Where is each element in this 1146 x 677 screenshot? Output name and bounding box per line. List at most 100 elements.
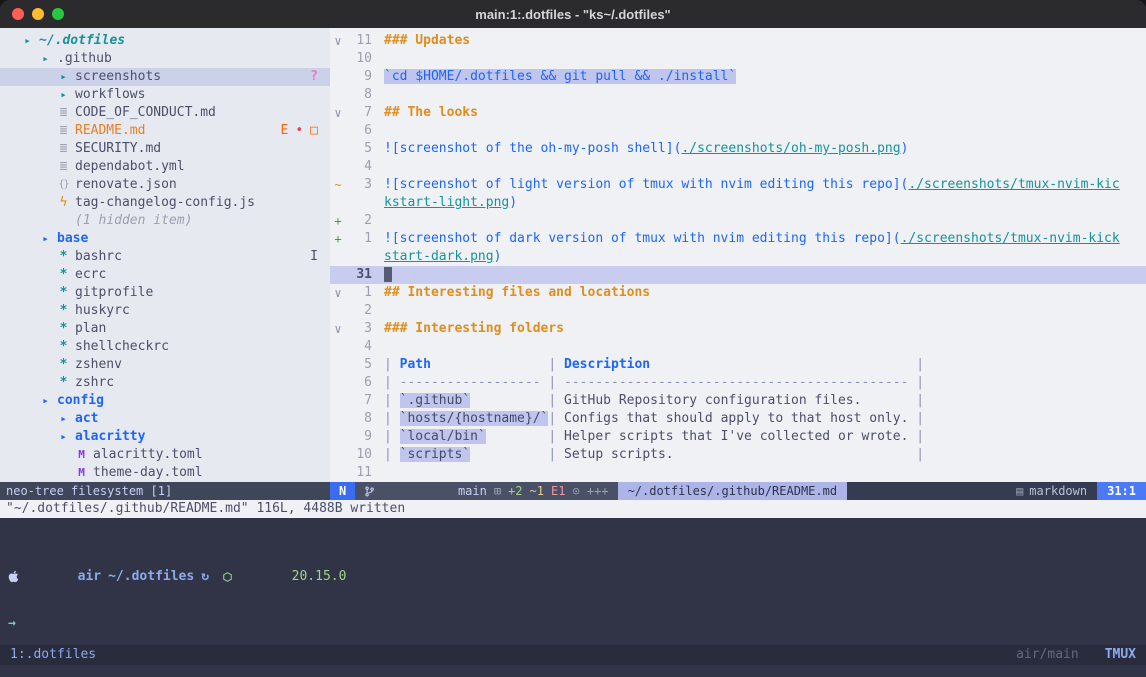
editor-line[interactable]: 5| Path | Description | — [330, 356, 1146, 374]
tree-item-renovate-json[interactable]: {}renovate.json — [0, 176, 330, 194]
text-segment — [650, 357, 916, 372]
editor-line[interactable]: 8| `hosts/{hostname}/`| Configs that sho… — [330, 410, 1146, 428]
editor-line[interactable]: ∨11### Updates — [330, 32, 1146, 50]
line-text: | `local/bin` | Helper scripts that I've… — [384, 428, 1146, 446]
text-segment — [470, 393, 548, 408]
doc-icon: ≣ — [56, 122, 71, 140]
line-text — [384, 302, 1146, 320]
editor-line[interactable]: 10 — [330, 50, 1146, 68]
gutter-sign: + — [330, 230, 346, 248]
text-segment: ![screenshot of the oh-my-posh shell]( — [384, 141, 681, 156]
statusline-filler — [847, 482, 1006, 500]
badge: E — [281, 122, 289, 140]
tree-item-tag-changelog-config-js[interactable]: ϟtag-changelog-config.js — [0, 194, 330, 212]
tree-item-theme-day-toml[interactable]: Mtheme-day.toml — [0, 464, 330, 482]
text-segment: Setup scripts. — [564, 447, 674, 462]
tree-item-label: act — [75, 410, 98, 428]
tree-item-base[interactable]: ▸base — [0, 230, 330, 248]
gutter-sign: + — [330, 212, 346, 230]
tree-item-shellcheckrc[interactable]: *shellcheckrc — [0, 338, 330, 356]
editor-line[interactable]: 6 — [330, 122, 1146, 140]
editor-line[interactable]: 9| `local/bin` | Helper scripts that I'v… — [330, 428, 1146, 446]
line-number: 3 — [346, 320, 384, 338]
tree-item-1-hidden-item[interactable]: (1 hidden item) — [0, 212, 330, 230]
line-text: | `scripts` | Setup scripts. | — [384, 446, 1146, 464]
editor-line[interactable]: ∨7## The looks — [330, 104, 1146, 122]
tree-item-bashrc[interactable]: *bashrcI — [0, 248, 330, 266]
editor-line[interactable]: 8 — [330, 86, 1146, 104]
editor-line[interactable]: ∨3### Interesting folders — [330, 320, 1146, 338]
editor-pane[interactable]: ∨11### Updates 10 9`cd $HOME/.dotfiles &… — [330, 28, 1146, 500]
gutter-sign — [330, 266, 346, 284]
editor-line[interactable]: 10| `scripts` | Setup scripts. | — [330, 446, 1146, 464]
editor-line[interactable]: start-dark.png) — [330, 248, 1146, 266]
tree-item-alacritty-toml[interactable]: Malacritty.toml — [0, 446, 330, 464]
editor-line[interactable]: 4 — [330, 158, 1146, 176]
tree-item-dependabot-yml[interactable]: ≣dependabot.yml — [0, 158, 330, 176]
tree-item-github[interactable]: ▸.github — [0, 50, 330, 68]
arrow-icon: ▸ — [38, 392, 53, 410]
tree-item-readme-md[interactable]: ≣README.mdE•□ — [0, 122, 330, 140]
tree-item-screenshots[interactable]: ▸screenshots? — [0, 68, 330, 86]
shell-area[interactable]: air ~/.dotfiles ↻ 20.15.0 → 1:.dotfiles … — [0, 518, 1146, 677]
editor-line[interactable]: +2 — [330, 212, 1146, 230]
tree-item-dotfiles[interactable]: ▸~/.dotfiles — [0, 32, 330, 50]
apple-icon — [8, 540, 71, 613]
editor-line[interactable]: 5![screenshot of the oh-my-posh shell](.… — [330, 140, 1146, 158]
tree-item-config[interactable]: ▸config — [0, 392, 330, 410]
tree-item-label: bashrc — [75, 248, 122, 266]
text-segment: | — [384, 357, 400, 372]
tree-item-label: tag-changelog-config.js — [75, 194, 255, 212]
tree-item-zshrc[interactable]: *zshrc — [0, 374, 330, 392]
gutter-sign — [330, 410, 346, 428]
tree-item-plan[interactable]: *plan — [0, 320, 330, 338]
minimize-button[interactable] — [32, 8, 44, 20]
line-number: 3 — [346, 176, 384, 194]
text-segment: GitHub Repository configuration files. — [564, 393, 861, 408]
editor-line[interactable]: 31 — [330, 266, 1146, 284]
tree-item-act[interactable]: ▸act — [0, 410, 330, 428]
editor-line[interactable]: kstart-light.png) — [330, 194, 1146, 212]
tree-item-code-of-conduct-md[interactable]: ≣CODE_OF_CONDUCT.md — [0, 104, 330, 122]
json-icon: {} — [56, 176, 71, 194]
line-text — [384, 158, 1146, 176]
badge: ? — [310, 68, 318, 86]
editor-line[interactable]: 9`cd $HOME/.dotfiles && git pull && ./in… — [330, 68, 1146, 86]
star-icon: * — [56, 374, 71, 392]
editor-line[interactable]: ~3![screenshot of light version of tmux … — [330, 176, 1146, 194]
gutter-sign: ~ — [330, 176, 346, 194]
editor-line[interactable]: 4 — [330, 338, 1146, 356]
text-segment: Configs that should apply to that host o… — [564, 411, 908, 426]
line-number: 4 — [346, 158, 384, 176]
editor-line[interactable]: ∨1## Interesting files and locations — [330, 284, 1146, 302]
tree-item-alacritty[interactable]: ▸alacritty — [0, 428, 330, 446]
gutter-sign — [330, 392, 346, 410]
text-segment: | — [548, 375, 564, 390]
tree-item-ecrc[interactable]: *ecrc — [0, 266, 330, 284]
tree-item-workflows[interactable]: ▸workflows — [0, 86, 330, 104]
tree-item-huskyrc[interactable]: *huskyrc — [0, 302, 330, 320]
line-text: | ------------------ | -----------------… — [384, 374, 1146, 392]
prompt-path: ~/.dotfiles — [108, 569, 194, 584]
close-button[interactable] — [12, 8, 24, 20]
editor-line[interactable]: 11 — [330, 464, 1146, 482]
editor-line[interactable]: 7| `.github` | GitHub Repository configu… — [330, 392, 1146, 410]
tree-item-zshenv[interactable]: *zshenv — [0, 356, 330, 374]
git-segment: main ⊞ +2 ~1 E1 ⊙ +++ — [355, 482, 617, 500]
buffer-icon: ⊞ — [494, 482, 501, 500]
tree-item-label: base — [57, 230, 88, 248]
text-segment: | — [916, 375, 924, 390]
tree-item-security-md[interactable]: ≣SECURITY.md — [0, 140, 330, 158]
zoom-button[interactable] — [52, 8, 64, 20]
line-text: ### Interesting folders — [384, 320, 1146, 338]
text-segment: | — [916, 393, 924, 408]
line-number: 6 — [346, 374, 384, 392]
text-segment — [486, 429, 549, 444]
editor-line[interactable]: +1![screenshot of dark version of tmux w… — [330, 230, 1146, 248]
tree-item-gitprofile[interactable]: *gitprofile — [0, 284, 330, 302]
editor-line[interactable]: 2 — [330, 302, 1146, 320]
tmux-window-item[interactable]: 1:.dotfiles — [10, 645, 96, 665]
tmux-statusbar: 1:.dotfiles air/main TMUX — [0, 645, 1146, 665]
arrow-icon: ▸ — [56, 428, 71, 446]
editor-line[interactable]: 6| ------------------ | ----------------… — [330, 374, 1146, 392]
